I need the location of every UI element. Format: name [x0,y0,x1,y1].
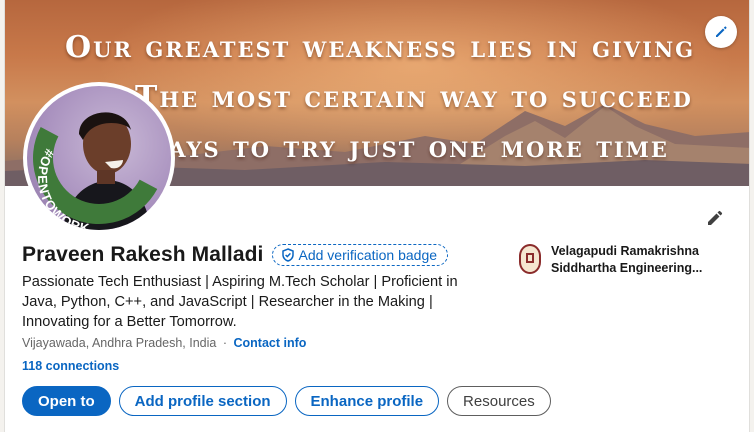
school-emblem-icon [526,253,534,263]
edit-intro-button[interactable] [701,204,729,232]
school-name-line-1: Velagapudi Ramakrishna [551,244,699,258]
verification-badge-label: Add verification badge [298,247,438,263]
school-name: Velagapudi Ramakrishna Siddhartha Engine… [551,243,702,277]
school-logo [519,244,541,274]
profile-headline: Passionate Tech Enthusiast | Aspiring M.… [22,274,458,330]
pencil-icon [708,210,723,225]
school-name-line-2: Siddhartha Engineering... [551,261,703,275]
separator: · [222,336,228,350]
name-row: Praveen Rakesh Malladi Add verification … [22,243,449,267]
location-row: Vijayawada, Andhra Pradesh, India · Cont… [22,336,306,350]
enhance-profile-button[interactable]: Enhance profile [294,386,440,416]
profile-location: Vijayawada, Andhra Pradesh, India [22,336,217,350]
profile-photo[interactable]: #OPENTOWORK [23,82,175,234]
pencil-icon [716,26,727,37]
banner-quote-line-1: Our greatest weakness lies in giving [65,30,696,65]
resources-button[interactable]: Resources [447,386,551,416]
shield-check-icon [281,248,294,262]
contact-info-link[interactable]: Contact info [234,336,307,350]
profile-actions: Open to Add profile section Enhance prof… [22,386,551,416]
profile-name: Praveen Rakesh Malladi [22,243,264,266]
opentowork-frame: #OPENTOWORK [33,127,158,230]
edit-banner-button[interactable] [705,16,737,48]
profile-card: Our greatest weakness lies in giving The… [4,0,750,432]
education-school-link[interactable]: Velagapudi Ramakrishna Siddhartha Engine… [519,243,729,277]
avatar: #OPENTOWORK [27,86,171,230]
open-to-button[interactable]: Open to [22,386,111,416]
add-verification-badge-button[interactable]: Add verification badge [271,244,449,266]
connections-link[interactable]: 118 connections [22,359,119,373]
add-profile-section-button[interactable]: Add profile section [118,386,287,416]
